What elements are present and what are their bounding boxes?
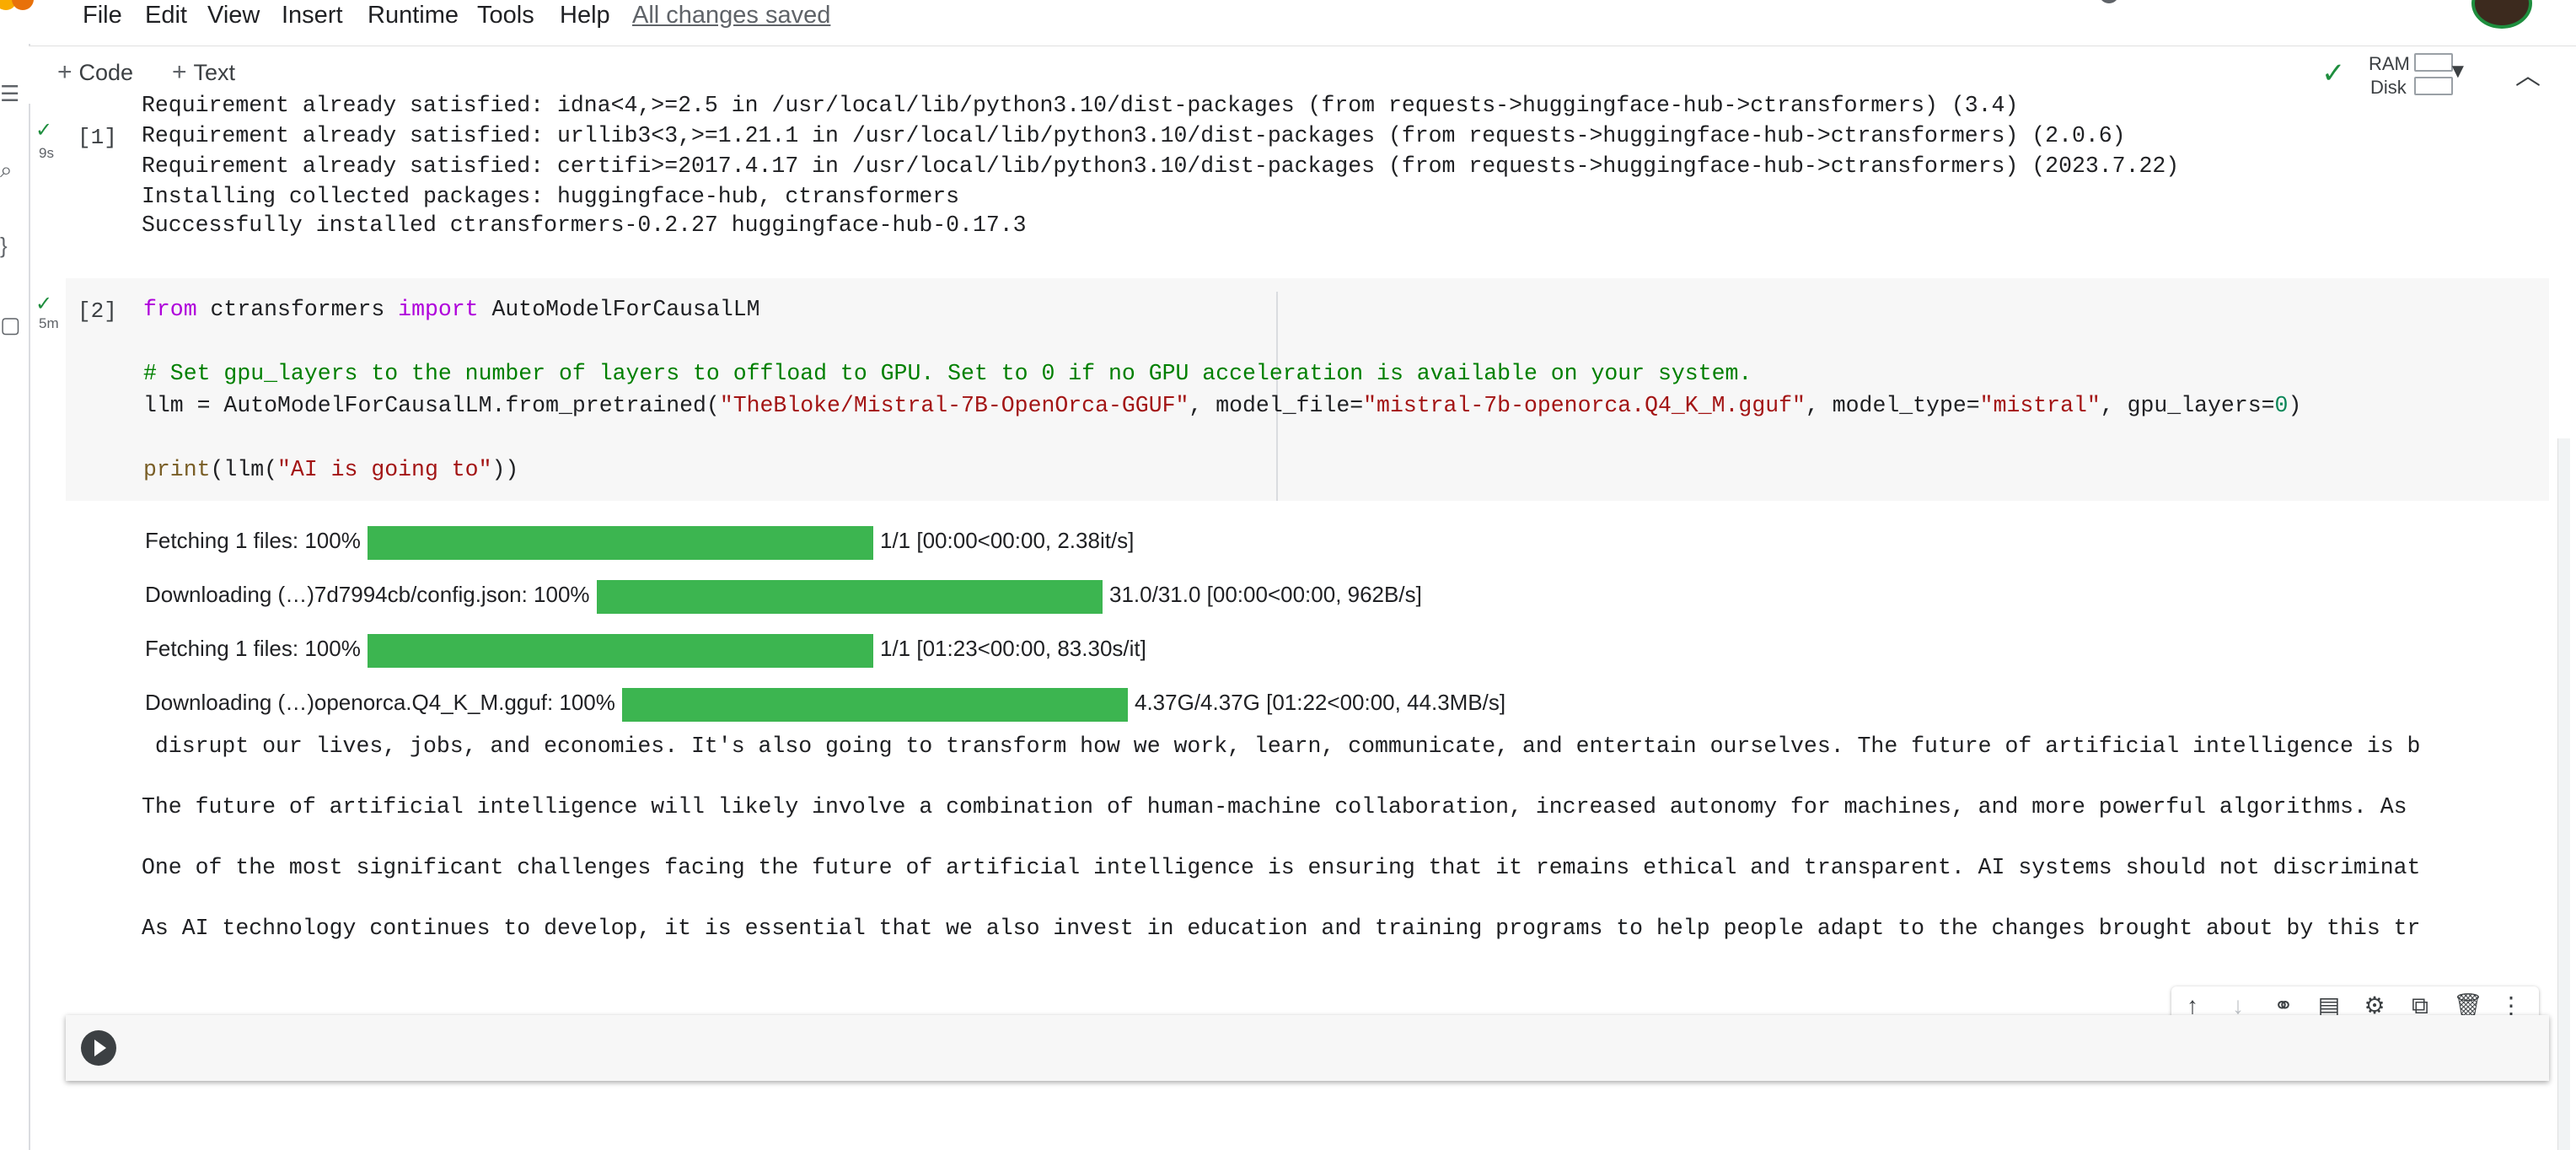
- add-code-label: Code: [78, 60, 134, 85]
- check-icon: ✓: [35, 119, 53, 142]
- progress-stats: 1/1 [01:23<00:00, 83.30s/it]: [880, 636, 1146, 661]
- string-literal: "mistral-7b-openorca.Q4_K_M.gguf": [1363, 393, 1806, 418]
- menu-help[interactable]: Help: [560, 2, 610, 30]
- cell-exec-time: 5m: [39, 315, 59, 331]
- progress-fill: [597, 580, 1103, 614]
- output-line: disrupt our lives, jobs, and economies. …: [142, 734, 2421, 759]
- save-status-link[interactable]: All changes saved: [632, 2, 830, 30]
- string-literal: "TheBloke/Mistral-7B-OpenOrca-GGUF": [719, 393, 1189, 418]
- code-text: , model_type=: [1805, 393, 1980, 418]
- check-icon: ✓: [35, 293, 53, 315]
- left-rail: ☰ ⌕ } ▢: [0, 44, 30, 1150]
- add-text-button[interactable]: + Text: [172, 58, 235, 87]
- code-text: llm = AutoModelForCausalLM.from_pretrain…: [143, 393, 720, 418]
- plus-icon: +: [172, 58, 187, 86]
- class-name: AutoModelForCausalLM: [478, 297, 760, 322]
- cell-exec-count: [1]: [78, 125, 117, 150]
- output-line: As AI technology continues to develop, i…: [142, 916, 2421, 941]
- string-literal: "mistral": [1979, 393, 2101, 418]
- menu-runtime[interactable]: Runtime: [368, 2, 459, 30]
- plus-icon: +: [57, 58, 72, 86]
- cell-exec-count: [2]: [78, 298, 117, 324]
- code-text: ): [2288, 393, 2302, 418]
- search-icon[interactable]: [2099, 0, 2119, 3]
- empty-code-cell[interactable]: [66, 1015, 2549, 1081]
- keyword: from: [143, 297, 197, 322]
- add-code-button[interactable]: + Code: [57, 58, 133, 87]
- search-icon[interactable]: ⌕: [0, 157, 13, 184]
- progress-label: Fetching 1 files: 100%: [145, 528, 361, 553]
- menu-bar: File Edit View Insert Runtime Tools Help…: [0, 0, 2576, 44]
- play-icon[interactable]: [81, 1030, 116, 1066]
- code-text: )): [491, 457, 519, 482]
- add-text-label: Text: [193, 60, 236, 85]
- folder-icon[interactable]: ▢: [0, 312, 21, 338]
- output-line: Requirement already satisfied: idna<4,>=…: [142, 93, 2019, 118]
- code-line: from ctransformers import AutoModelForCa…: [143, 297, 760, 322]
- string-literal: "AI is going to": [277, 457, 492, 482]
- code-text: (llm(: [210, 457, 278, 482]
- colab-logo-part: [12, 0, 34, 10]
- output-line: One of the most significant challenges f…: [142, 855, 2421, 880]
- keyword: import: [398, 297, 479, 322]
- progress-fill: [368, 634, 873, 668]
- progress-bar: [622, 688, 1128, 722]
- menu-insert[interactable]: Insert: [282, 2, 343, 30]
- menu-tools[interactable]: Tools: [477, 2, 534, 30]
- progress-bar: [368, 526, 873, 560]
- avatar[interactable]: [2471, 0, 2532, 29]
- progress-stats: 1/1 [00:00<00:00, 2.38it/s]: [880, 528, 1135, 553]
- menu-icon[interactable]: ☰: [0, 81, 19, 107]
- progress-label: Downloading (…)7d7994cb/config.json: 100…: [145, 582, 590, 607]
- progress-stats: 31.0/31.0 [00:00<00:00, 962B/s]: [1109, 582, 1422, 607]
- progress-label: Downloading (…)openorca.Q4_K_M.gguf: 100…: [145, 690, 615, 715]
- disk-label: Disk: [2370, 77, 2407, 98]
- chevron-down-icon[interactable]: ▼: [2448, 60, 2468, 83]
- progress-stats: 4.37G/4.37G [01:22<00:00, 44.3MB/s]: [1135, 690, 1506, 715]
- progress-label: Fetching 1 files: 100%: [145, 636, 361, 661]
- code-text: , gpu_layers=: [2100, 393, 2275, 418]
- code-comment: # Set gpu_layers to the number of layers…: [143, 361, 1752, 386]
- progress-bar: [597, 580, 1103, 614]
- module-name: ctransformers: [196, 297, 399, 322]
- chevron-up-icon[interactable]: ︿: [2515, 55, 2541, 92]
- progress-fill: [622, 688, 1128, 722]
- code-line: print(llm("AI is going to")): [143, 457, 518, 482]
- menu-view[interactable]: View: [207, 2, 260, 30]
- progress-fill: [368, 526, 873, 560]
- menu-file[interactable]: File: [83, 2, 122, 30]
- check-icon: ✓: [2321, 57, 2346, 89]
- output-line: Requirement already satisfied: certifi>=…: [142, 153, 2180, 179]
- function-name: print: [143, 457, 211, 482]
- scrollbar[interactable]: [2557, 438, 2570, 1150]
- number-literal: 0: [2274, 393, 2289, 418]
- output-line: Successfully installed ctransformers-0.2…: [142, 212, 1027, 238]
- output-line: The future of artificial intelligence wi…: [142, 794, 2407, 820]
- output-line: Requirement already satisfied: urllib3<3…: [142, 123, 2126, 148]
- menu-edit[interactable]: Edit: [145, 2, 187, 30]
- ram-label: RAM: [2369, 53, 2410, 74]
- cell-exec-time: 9s: [39, 145, 54, 161]
- progress-bar: [368, 634, 873, 668]
- code-text: , model_file=: [1189, 393, 1364, 418]
- braces-icon[interactable]: }: [0, 233, 8, 259]
- output-line: Installing collected packages: huggingfa…: [142, 184, 960, 209]
- code-line: llm = AutoModelForCausalLM.from_pretrain…: [143, 393, 2301, 418]
